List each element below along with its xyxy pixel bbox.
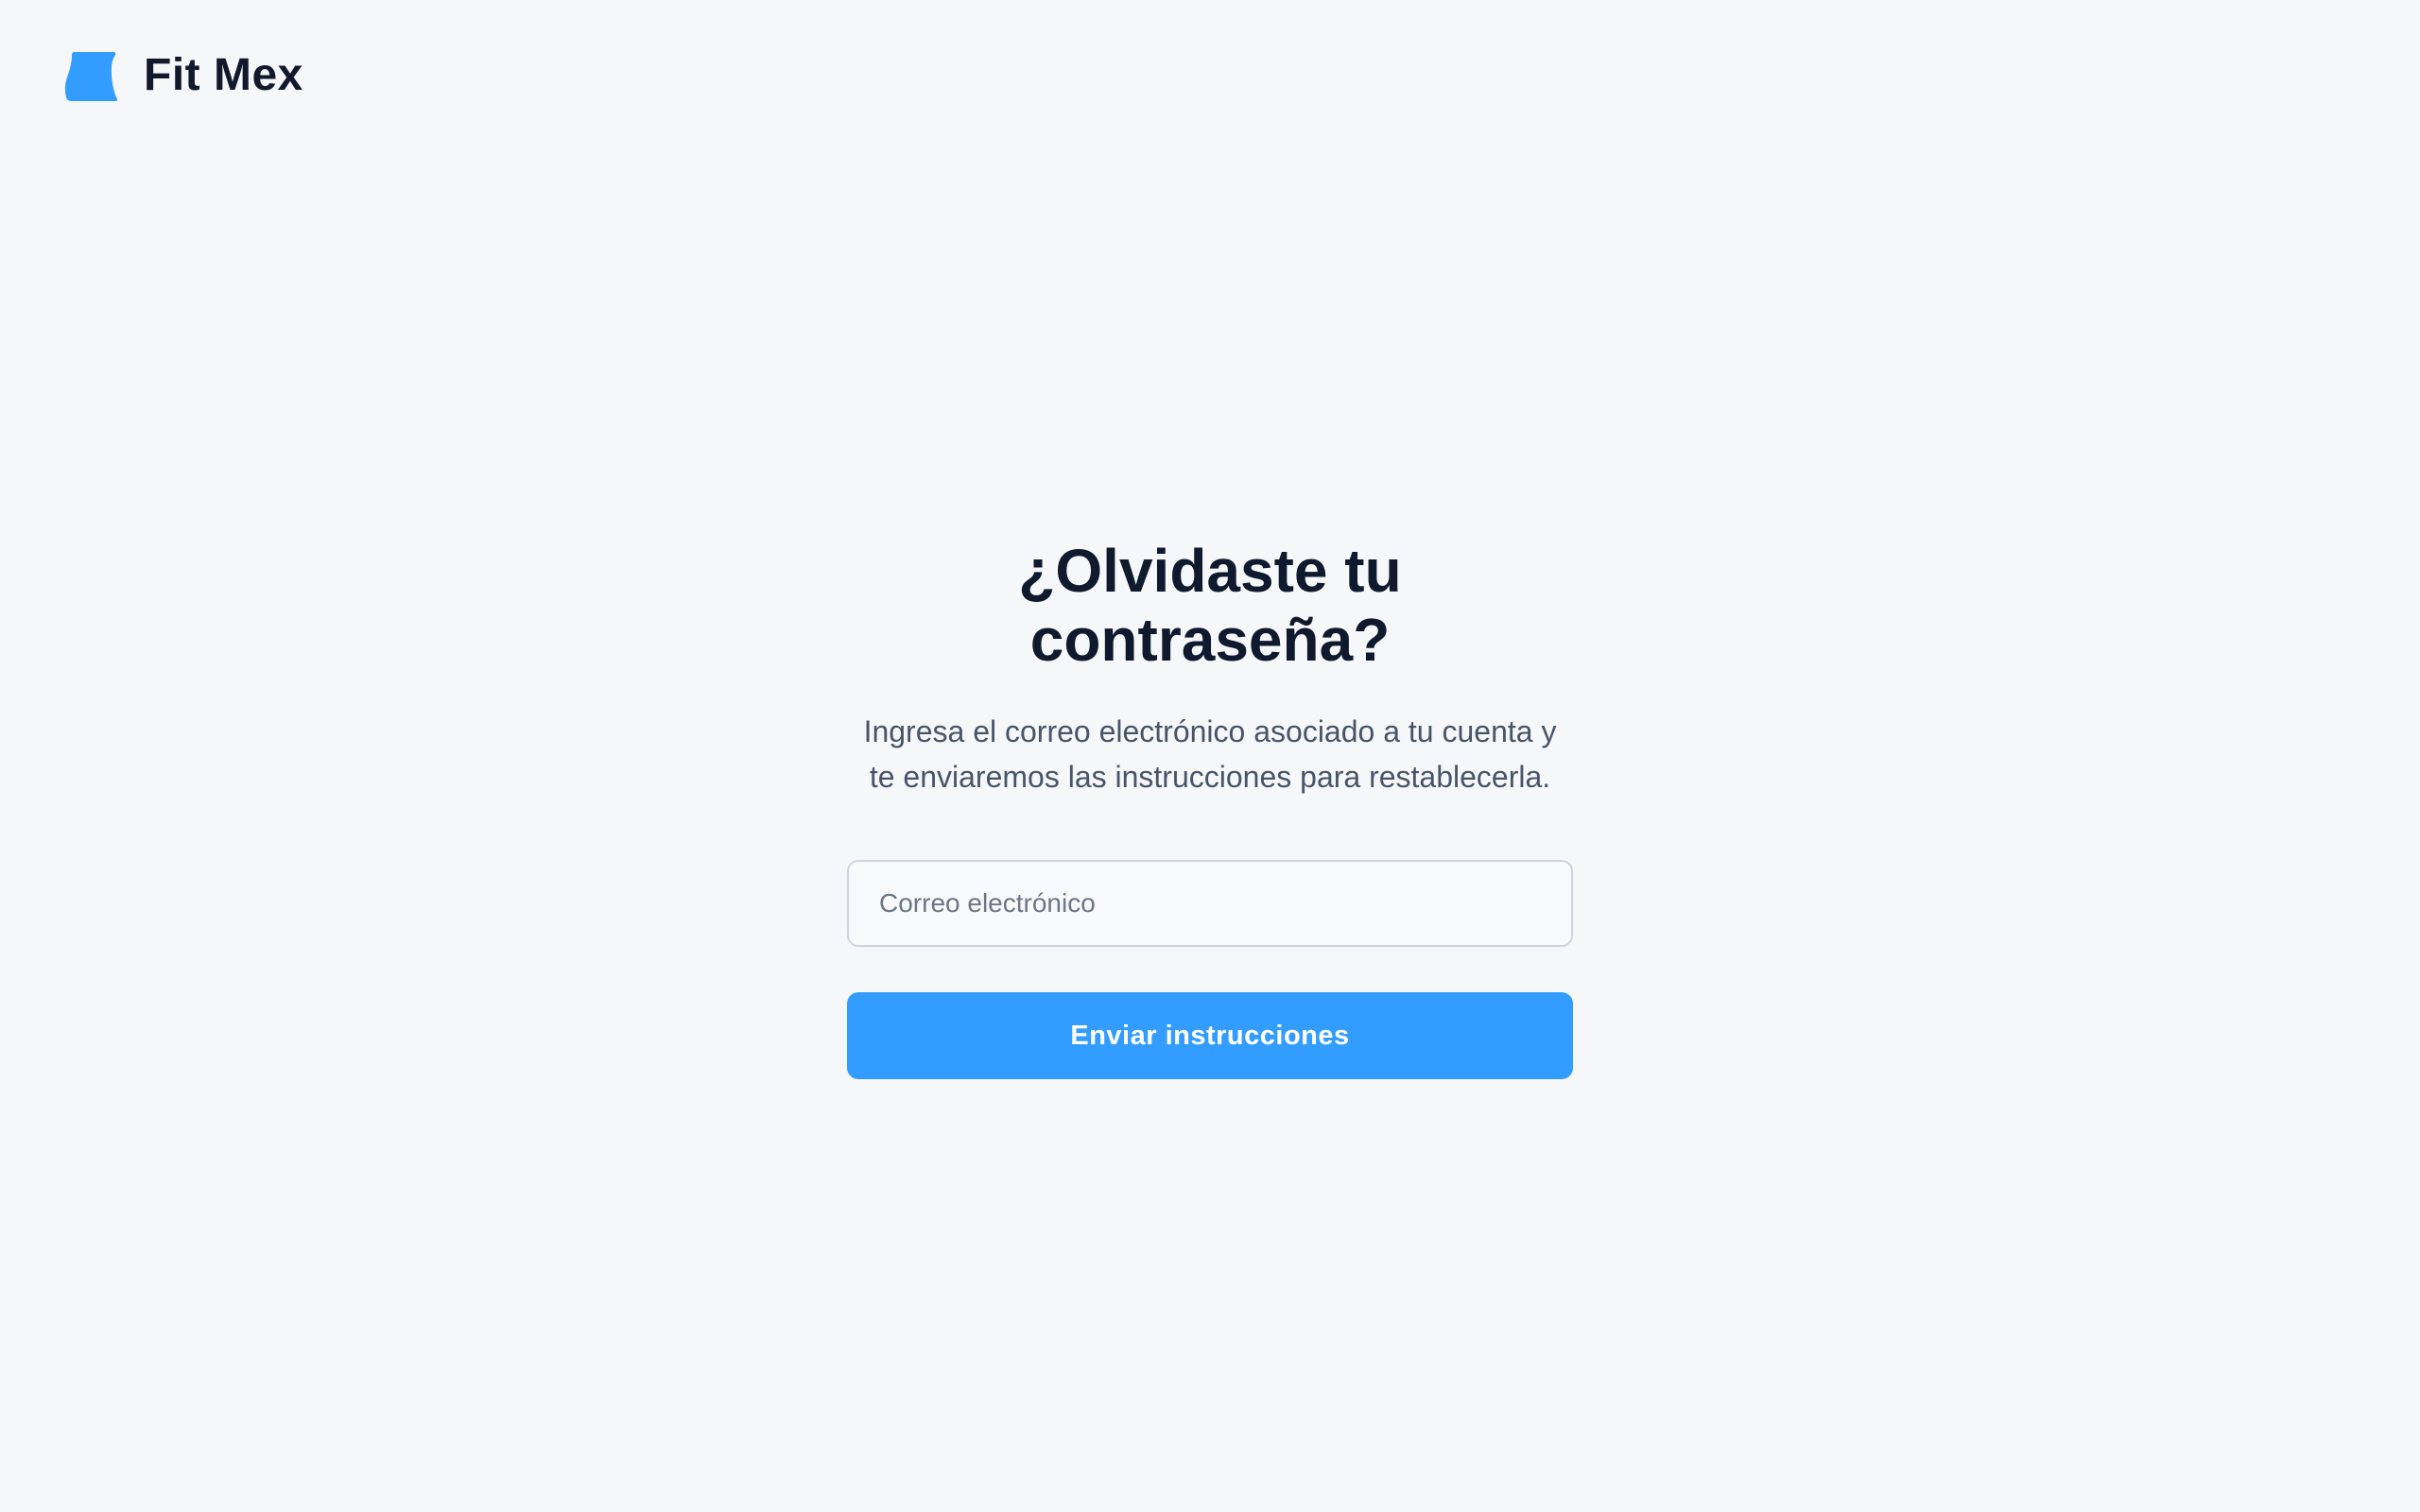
send-instructions-button[interactable]: Enviar instrucciones xyxy=(847,992,1573,1079)
brand-name[interactable]: Fit Mex xyxy=(144,53,303,98)
forgot-password-form: ¿Olvidaste tu contraseña? Ingresa el cor… xyxy=(847,537,1573,1079)
page-title: ¿Olvidaste tu contraseña? xyxy=(1018,537,1402,674)
brand-logo-icon[interactable] xyxy=(64,48,117,103)
app-header: Fit Mex xyxy=(64,45,303,106)
page-description: Ingresa el correo electrónico asociado a… xyxy=(863,714,1557,794)
email-input[interactable] xyxy=(847,860,1573,947)
